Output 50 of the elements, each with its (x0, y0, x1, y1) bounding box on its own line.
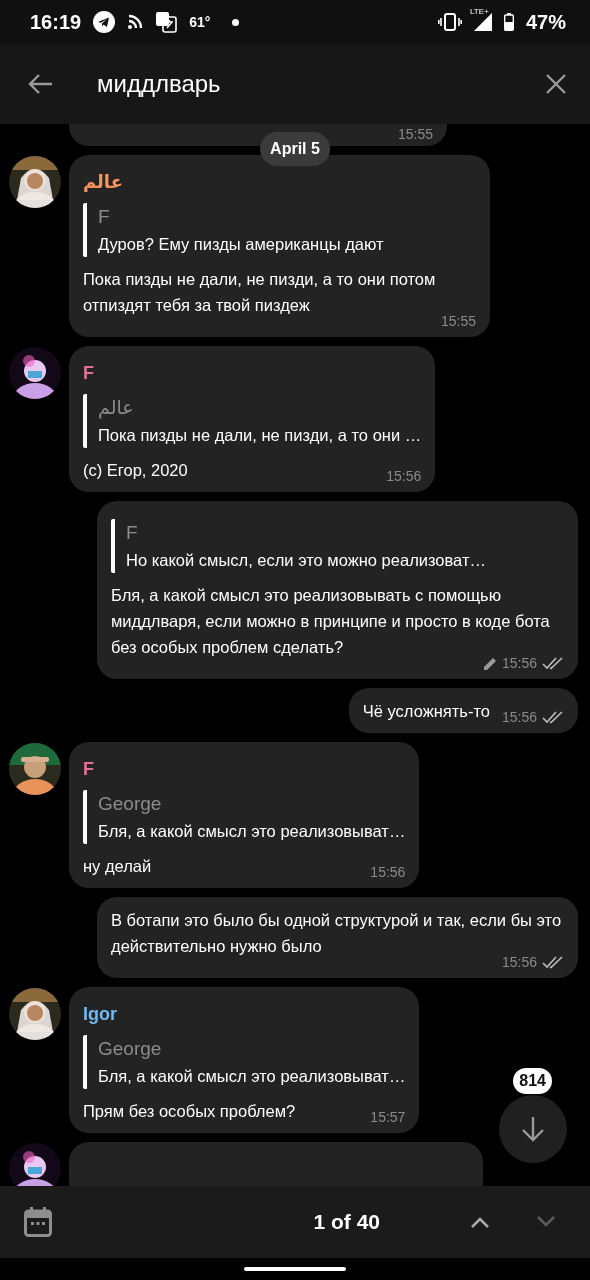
reply-author: F (98, 205, 111, 229)
message-text: Прям без особых проблем? (83, 1101, 296, 1122)
down-arrow-icon (521, 1116, 545, 1142)
reply-text: Бля, а какой смысл это реализовыват… (98, 821, 406, 842)
signal-icon (473, 13, 492, 31)
sender-name: F (83, 362, 95, 385)
reply-author: George (98, 1037, 163, 1061)
message-time: 15:56 (370, 863, 406, 881)
vibrate-icon (437, 13, 462, 31)
reply-quote[interactable]: F Дуров? Ему пизды американцы дают (83, 203, 476, 257)
reply-text: Но какой смысл, если это можно реализоват… (126, 550, 487, 571)
message-time: 15:57 (370, 1108, 406, 1126)
message-time: 15:55 (440, 312, 476, 330)
result-counter: 1 of 40 (313, 1210, 380, 1234)
message-time: 15:56 (386, 467, 422, 485)
sender-name: F (83, 758, 95, 781)
translate-icon (155, 11, 178, 33)
reply-text: Пока пизды не дали, не пизди, а то они … (98, 425, 422, 446)
reply-author: George (98, 792, 163, 816)
date-label: April 5 (260, 132, 330, 166)
battery-percent: 47% (525, 10, 566, 34)
message-time: 15:55 (397, 125, 433, 143)
sender-name: عالم (83, 171, 124, 194)
search-field[interactable]: миддлварь (97, 70, 526, 98)
message-time: 15:56 (501, 708, 537, 726)
dot-icon (232, 18, 240, 26)
sender-name: Igor (83, 1003, 118, 1026)
close-icon[interactable] (546, 74, 566, 94)
calendar-icon[interactable] (24, 1207, 52, 1237)
message-text: Чё усложнять-то (362, 701, 490, 722)
clock: 16:19 (30, 10, 82, 34)
unread-count: 814 (513, 1068, 552, 1094)
message-text: ну делай (83, 856, 152, 877)
reply-text: Бля, а какой смысл это реализовыват… (98, 1066, 406, 1087)
battery-icon (503, 13, 514, 31)
temperature: 61° (189, 14, 211, 30)
chevron-up-icon[interactable] (470, 1216, 490, 1228)
back-arrow-icon[interactable] (27, 73, 53, 95)
reply-text: Дуров? Ему пизды американцы дают (98, 234, 385, 255)
reply-quote[interactable]: George Бля, а какой смысл это реализовыват… (83, 1035, 406, 1089)
message-text: (с) Егор, 2020 (83, 460, 188, 481)
reply-quote[interactable]: F Но какой смысл, если это можно реализоват… (111, 519, 564, 573)
search-bar[interactable]: миддлварь (0, 44, 590, 124)
network-type: LTE+ (469, 7, 489, 16)
reply-quote[interactable]: George Бля, а какой смысл это реализовыват… (83, 790, 406, 844)
paper-plane-icon (93, 11, 116, 33)
message-text: Пока пизды не дали, не пизди, а то они потом отпиздят тебя за твой пиздеж (83, 269, 437, 316)
rss-icon (127, 14, 144, 30)
reply-author: F (126, 521, 139, 545)
reply-author: عالم (98, 396, 135, 421)
